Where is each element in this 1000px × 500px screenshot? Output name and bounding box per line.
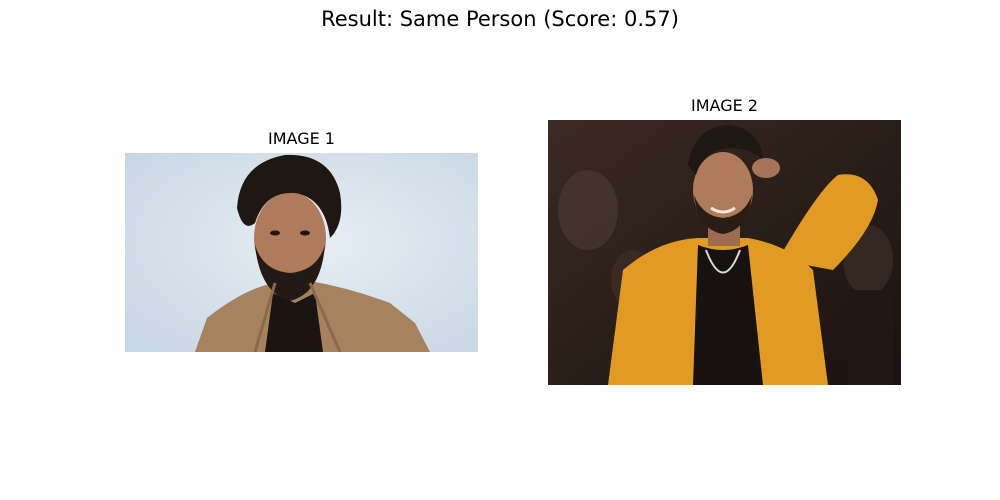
image-2-title: IMAGE 2 xyxy=(691,96,758,115)
image-2-photo xyxy=(548,120,901,385)
image-1-title: IMAGE 1 xyxy=(268,129,335,148)
result-title: Result: Same Person (Score: 0.57) xyxy=(321,7,679,31)
image-1-photo xyxy=(125,153,478,352)
